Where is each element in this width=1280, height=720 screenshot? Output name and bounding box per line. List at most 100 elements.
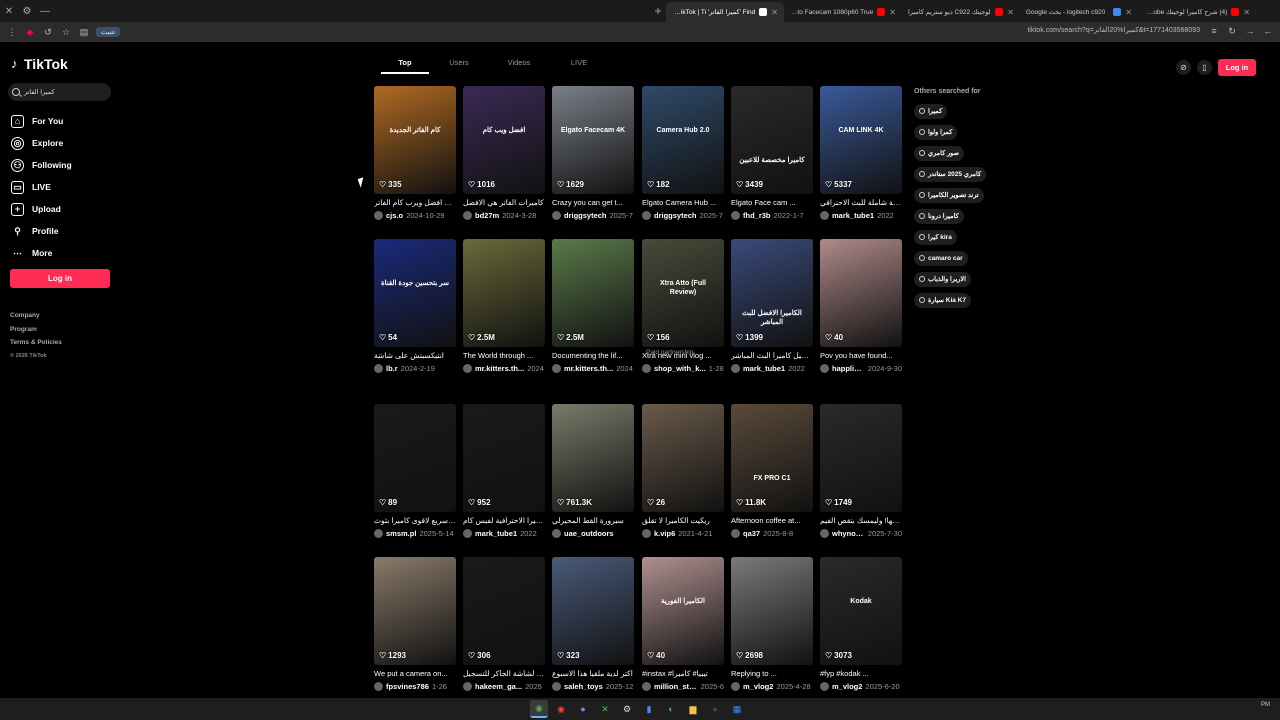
browser-icon[interactable]: ◉ (552, 700, 570, 718)
video-caption[interactable]: Replying to ... (731, 669, 813, 678)
video-card[interactable]: ♡ 2.5M Documenting the lif... mr.kitters.th… (552, 239, 634, 373)
video-caption[interactable]: #fyp #kodak ... (820, 669, 902, 678)
username[interactable]: mr.kitters.th... (564, 364, 613, 373)
video-caption[interactable]: #instax #تيبيا# كاميرا (642, 669, 724, 678)
video-card[interactable]: افضل ويب كام ♡ 1016 كاميرات الفاتر هي الافض… (463, 86, 545, 220)
video-card[interactable]: ♡ 952 الكاميرا الاحترافية لفيس كام mark_tub… (463, 404, 545, 538)
close-tab-icon[interactable]: ✕ (771, 8, 778, 17)
video-card[interactable]: الكاميرا الافضل للبث المباشر ♡ 1399 ترسيل ك… (731, 239, 813, 373)
video-caption[interactable]: Elgato Face cam ... (731, 198, 813, 207)
tiktok-logo[interactable]: ♪ TikTok (11, 56, 68, 72)
avatar[interactable] (374, 529, 383, 538)
video-thumbnail[interactable]: الكاميرا الافضل للبث المباشر ♡ 1399 (731, 239, 813, 347)
related-search-chip[interactable]: كيرا kira (914, 229, 957, 245)
bookmark-star-icon[interactable]: ☆ (60, 26, 72, 38)
video-card[interactable]: ♡1749 فاحسها! وليمسك بتقص الفيم whynotshin… (820, 404, 902, 538)
video-thumbnail[interactable]: سر بتحسين جودة القناة ♡ 54 (374, 239, 456, 347)
avatar[interactable] (642, 682, 651, 691)
video-caption[interactable]: We put a camera on... (374, 669, 456, 678)
video-thumbnail[interactable]: ♡ 1749 (820, 404, 902, 512)
username[interactable]: cjs.o (386, 211, 403, 220)
sidebar-item-upload[interactable]: + Upload (11, 198, 72, 220)
video-card[interactable]: Xtra Atto (Full Review) ♡ 156 Xtra new mini… (642, 239, 724, 373)
username[interactable]: whynotshin... (832, 529, 865, 538)
username[interactable]: fhd_r3b (743, 211, 771, 220)
browser-tab[interactable]: (4) شرح كاميرا لوجيتك YouTube ✕ (1138, 2, 1256, 22)
avatar[interactable] (731, 364, 740, 373)
related-search-chip[interactable]: كميرا (914, 103, 948, 119)
tab-live[interactable]: LIVE (549, 54, 609, 74)
tab-videos[interactable]: Videos (489, 54, 549, 74)
settings-icon[interactable]: ⚙ (18, 0, 36, 22)
folder-icon[interactable]: ▆ (684, 700, 702, 718)
video-caption[interactable]: ويب كام لشاشة الجاكر للتسجيل (463, 669, 545, 678)
avatar[interactable] (820, 682, 829, 691)
username[interactable]: k.vip6 (654, 529, 675, 538)
related-search-chip[interactable]: الاربرا والذباب (914, 271, 971, 287)
settings-gear-icon[interactable]: ⚙ (618, 700, 636, 718)
footer-program-link[interactable]: Program (10, 323, 62, 337)
avatar[interactable] (642, 529, 651, 538)
edge-icon[interactable]: ◐ (662, 700, 680, 718)
video-thumbnail[interactable]: كام الفاتر الجديدة ♡ 335 (374, 86, 456, 194)
video-card[interactable]: ♡ 2698 Replying to ... m_vlog2 2025-4-28 (731, 557, 813, 691)
browser-tab[interactable]: Find 'كميرا الفاتر' on TikTok | Ti ✕ (666, 2, 784, 22)
tab-users[interactable]: Users (429, 54, 489, 74)
video-thumbnail[interactable]: FX PRO C1 ♡ 11.8K (731, 404, 813, 512)
install-app-button[interactable]: تثبيت (96, 27, 121, 37)
video-thumbnail[interactable]: افضل ويب كام ♡ 1016 (463, 86, 545, 194)
reader-icon[interactable]: ▤ (78, 26, 90, 38)
avatar[interactable] (374, 211, 383, 220)
sidebar-item-for-you[interactable]: ⌂ For You (11, 110, 72, 132)
video-caption[interactable]: Documenting the lif... (552, 351, 634, 360)
video-card[interactable]: ♡40 Pov you have found... happlicam2024-9-… (820, 239, 902, 373)
chrome-icon[interactable]: ◉ (530, 700, 548, 718)
avatar[interactable] (463, 211, 472, 220)
avatar[interactable] (463, 364, 472, 373)
avatar[interactable] (731, 529, 740, 538)
avatar[interactable] (463, 682, 472, 691)
username[interactable]: mark_tube1 (743, 364, 785, 373)
video-caption[interactable]: نتي سريع لاقوى كاميرا بثوث (374, 516, 456, 525)
url-field[interactable]: tiktok.com/search?q=كميرا%20الفاتر&t=177… (1027, 26, 1200, 34)
avatar[interactable] (374, 364, 383, 373)
close-tab-icon[interactable]: ✕ (1007, 8, 1014, 17)
video-thumbnail[interactable]: ♡ 761.3K (552, 404, 634, 512)
video-caption[interactable]: Elgato Camera Hub ... (642, 198, 724, 207)
record-icon[interactable]: ● (706, 700, 724, 718)
browser-tab[interactable]: لوجيتك C922 ديو ستريم كاميرا ✕ (902, 2, 1020, 22)
video-caption[interactable]: اكتر لدية ملقيا هذا الاسبوع (552, 669, 634, 678)
video-caption[interactable]: كاميرات الفاتر هي الافضل (463, 198, 545, 207)
video-caption[interactable]: سيرورة القط المحيرلي (552, 516, 634, 525)
username[interactable]: qa37 (743, 529, 760, 538)
video-thumbnail[interactable]: ♡ 89 (374, 404, 456, 512)
video-card[interactable]: كاميرا مخصصة للاعبين ♡ 3439 Elgato Face cam… (731, 86, 813, 220)
video-thumbnail[interactable]: Xtra Atto (Full Review) ♡ 156 (642, 239, 724, 347)
related-search-chip[interactable]: سيارة Kia K7 (914, 292, 971, 308)
video-caption[interactable]: ريكيت الكاميرا لا تقلق (642, 516, 724, 525)
avatar[interactable] (820, 529, 829, 538)
close-tab-icon[interactable]: ✕ (1125, 8, 1132, 17)
avatar[interactable] (374, 682, 383, 691)
video-thumbnail[interactable]: ♡ 2.5M (463, 239, 545, 347)
avatar[interactable] (820, 211, 829, 220)
notes-icon[interactable]: ▮ (640, 700, 658, 718)
extension-icon[interactable]: ◆ (24, 26, 36, 38)
video-thumbnail[interactable]: ♡ 1293 (374, 557, 456, 665)
discord-icon[interactable]: ● (574, 700, 592, 718)
close-window-icon[interactable]: ✕ (0, 0, 18, 22)
video-thumbnail[interactable]: ♡ 2698 (731, 557, 813, 665)
avatar[interactable] (463, 529, 472, 538)
username[interactable]: hakeem_ga... (475, 682, 522, 691)
related-search-chip[interactable]: camaro car (914, 250, 968, 266)
sidebar-item-more[interactable]: ⋯ More (11, 242, 72, 264)
video-caption[interactable]: فاحسها! وليمسك بتقص الفيم (820, 516, 902, 525)
video-card[interactable]: ♡ 89 نتي سريع لاقوى كاميرا بثوث smsm.pl 2025… (374, 404, 456, 538)
video-caption[interactable]: ترسيل كاميرا البث المباشر (731, 351, 813, 360)
avatar[interactable] (642, 211, 651, 220)
video-card[interactable]: Elgato Facecam 4K ♡ 1629 Crazy you can get … (552, 86, 634, 220)
username[interactable]: smsm.pl (386, 529, 416, 538)
video-card[interactable]: الكاميرا الفورية ♡ 40 #instax #تيبيا# كامير… (642, 557, 724, 691)
avatar[interactable] (552, 529, 561, 538)
username[interactable]: mark_tube1 (832, 211, 874, 220)
